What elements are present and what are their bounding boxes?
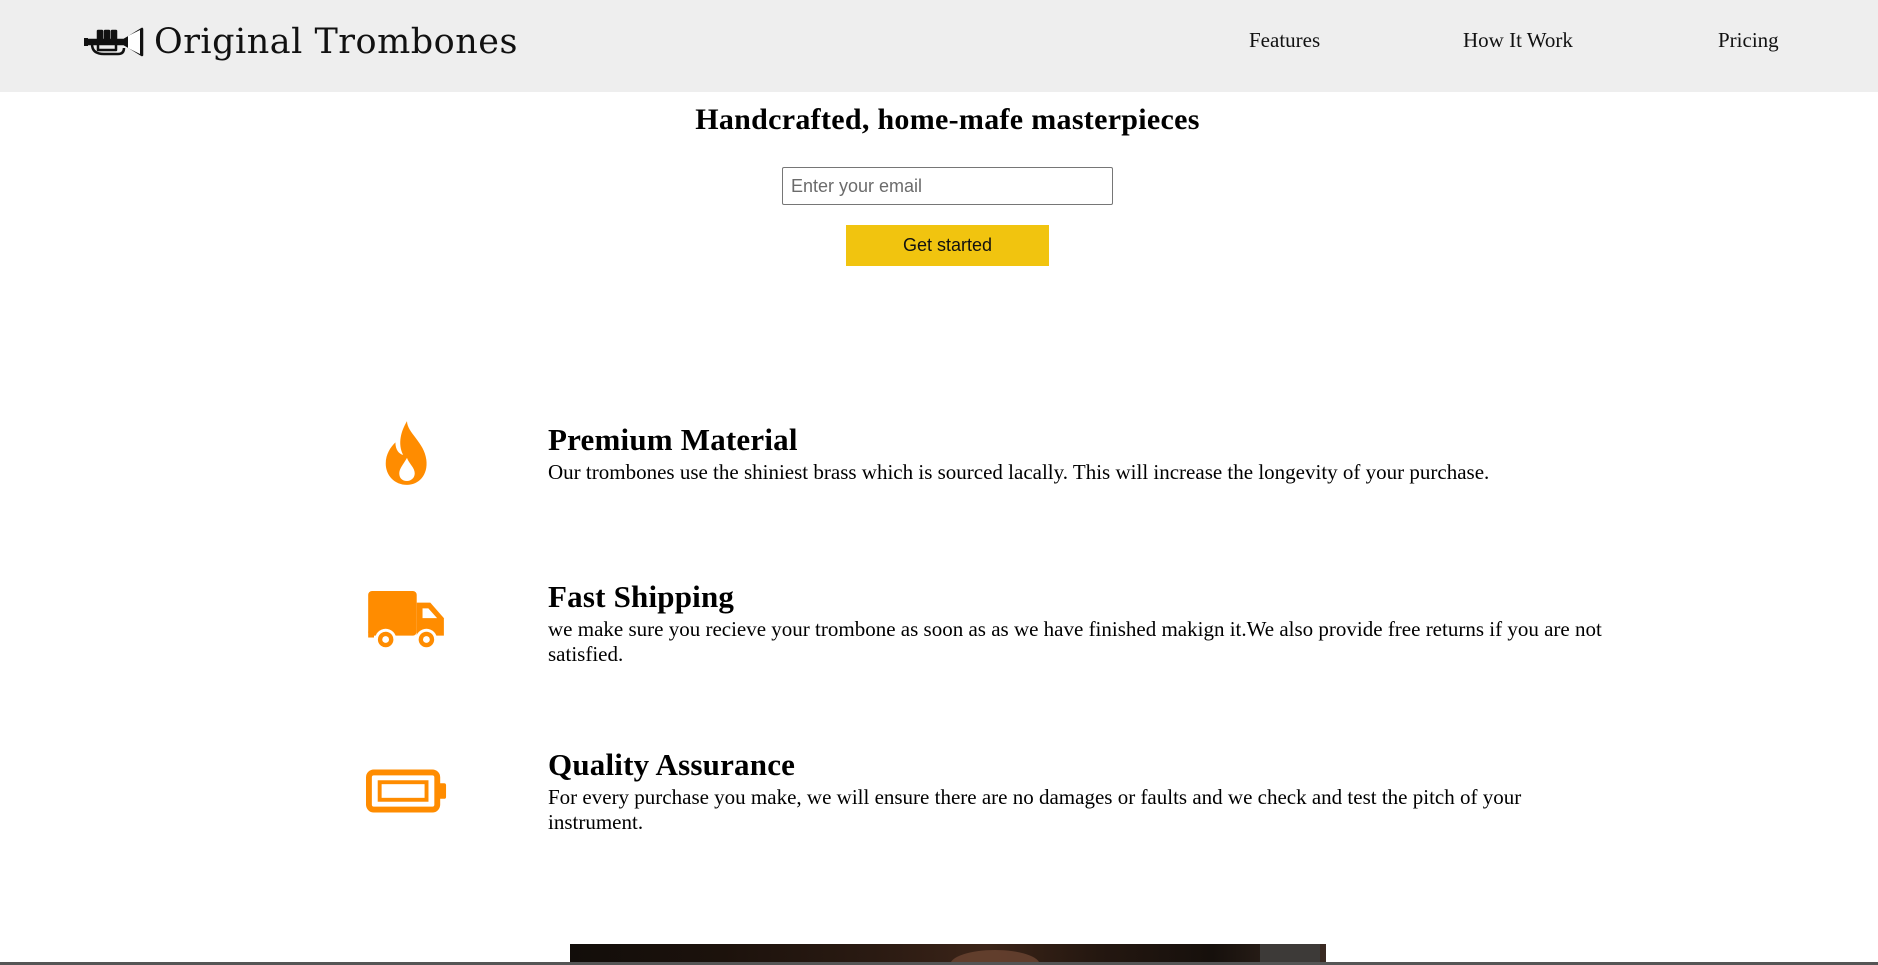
feature-desc-premium-material: Our trombones use the shiniest brass whi… (548, 460, 1490, 484)
get-started-button[interactable]: Get started (846, 225, 1049, 266)
feature-title-fast-shipping: Fast Shipping (548, 579, 735, 614)
nav-link-pricing[interactable]: Pricing (1718, 28, 1779, 53)
feature-desc-quality-assurance: For every purchase you make, we will ens… (548, 785, 1522, 834)
site-header: Original Trombones Features How It Work … (0, 0, 1878, 92)
email-input[interactable] (782, 167, 1113, 205)
brand-name: Original Trombones (154, 22, 518, 62)
nav-link-how-it-work[interactable]: How It Work (1463, 28, 1573, 53)
battery-icon (366, 769, 447, 813)
feature-title-premium-material: Premium Material (548, 422, 798, 457)
truck-icon (368, 590, 444, 651)
feature-title-quality-assurance: Quality Assurance (548, 747, 796, 782)
feature-desc-fast-shipping: we make sure you recieve your trombone a… (548, 617, 1602, 666)
hero-title: Handcrafted, home-mafe masterpieces (695, 103, 1200, 136)
nav-link-features[interactable]: Features (1249, 28, 1320, 53)
fire-icon (385, 421, 427, 485)
brand-logo[interactable]: Original Trombones (84, 18, 518, 66)
trumpet-icon (84, 27, 144, 57)
